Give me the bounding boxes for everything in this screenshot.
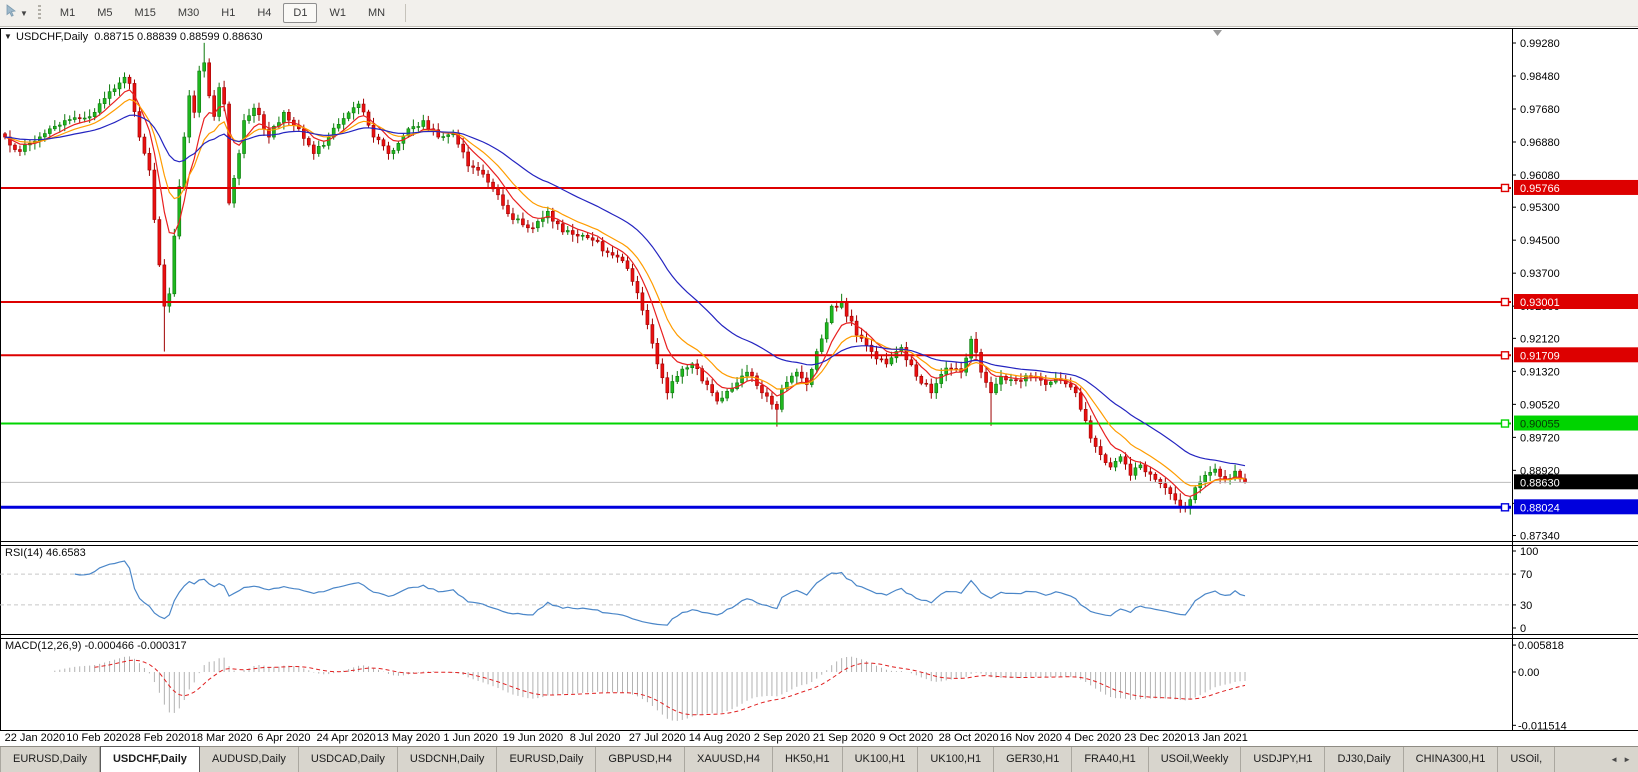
svg-text:9 Oct 2020: 9 Oct 2020 (879, 732, 933, 744)
tab-scroll-right-icon[interactable]: ► (1623, 755, 1631, 764)
timeframe-buttons: M1M5M15M30H1H4D1W1MN (49, 3, 396, 23)
svg-text:24 Apr 2020: 24 Apr 2020 (316, 732, 375, 744)
timeframe-button-d1[interactable]: D1 (283, 3, 317, 23)
svg-text:28 Oct 2020: 28 Oct 2020 (939, 732, 999, 744)
timeframe-button-m5[interactable]: M5 (87, 3, 122, 23)
svg-text:0.98480: 0.98480 (1520, 71, 1560, 83)
svg-text:2 Sep 2020: 2 Sep 2020 (754, 732, 810, 744)
svg-text:-0.011514: -0.011514 (1518, 720, 1567, 732)
timeframe-button-m15[interactable]: M15 (124, 3, 165, 23)
svg-text:0.95766: 0.95766 (1520, 183, 1560, 195)
svg-text:27 Jul 2020: 27 Jul 2020 (629, 732, 686, 744)
svg-text:4 Dec 2020: 4 Dec 2020 (1065, 732, 1121, 744)
svg-text:8 Jul 2020: 8 Jul 2020 (570, 732, 621, 744)
cursor-tool-icon[interactable] (5, 4, 18, 22)
svg-text:0.89720: 0.89720 (1520, 432, 1560, 444)
svg-text:0.90055: 0.90055 (1520, 419, 1560, 431)
chart-tab-usoil-weekly[interactable]: USOil,Weekly (1149, 747, 1242, 772)
svg-text:19 Jun 2020: 19 Jun 2020 (503, 732, 564, 744)
top-toolbar: ▼ M1M5M15M30H1H4D1W1MN (0, 0, 1638, 27)
chart-tab-eurusd-daily[interactable]: EURUSD,Daily (0, 747, 100, 772)
timeframe-button-w1[interactable]: W1 (319, 3, 356, 23)
svg-text:0.005818: 0.005818 (1518, 640, 1564, 652)
chart-tab-hk50-h1[interactable]: HK50,H1 (773, 747, 843, 772)
svg-text:0.88024: 0.88024 (1520, 502, 1560, 514)
svg-text:30: 30 (1520, 600, 1532, 612)
symbol-ohlc-title: USDCHF,Daily 0.88715 0.88839 0.88599 0.8… (16, 31, 262, 43)
svg-text:0.92120: 0.92120 (1520, 333, 1560, 345)
svg-text:0.95300: 0.95300 (1520, 202, 1560, 214)
chart-canvas[interactable]: 0.992800.984800.976800.968800.960800.953… (0, 27, 1638, 746)
svg-text:0.91320: 0.91320 (1520, 366, 1560, 378)
svg-text:16 Nov 2020: 16 Nov 2020 (1000, 732, 1062, 744)
svg-text:0.00: 0.00 (1518, 667, 1539, 679)
chart-tab-usdjpy-h1[interactable]: USDJPY,H1 (1241, 747, 1325, 772)
chart-tab-gbpusd-h4[interactable]: GBPUSD,H4 (596, 747, 685, 772)
svg-text:6 Apr 2020: 6 Apr 2020 (257, 732, 310, 744)
chart-tab-uk100-h1[interactable]: UK100,H1 (843, 747, 919, 772)
svg-text:0.90520: 0.90520 (1520, 399, 1560, 411)
tab-scroll-left-icon[interactable]: ◄ (1610, 755, 1618, 764)
svg-text:0.99280: 0.99280 (1520, 38, 1560, 50)
chart-tab-ger30-h1[interactable]: GER30,H1 (994, 747, 1072, 772)
toolbar-grip (38, 5, 41, 21)
chart-tab-bar: EURUSD,DailyUSDCHF,DailyAUDUSD,DailyUSDC… (0, 746, 1638, 772)
svg-text:13 Jan 2021: 13 Jan 2021 (1187, 732, 1248, 744)
svg-text:100: 100 (1520, 546, 1538, 558)
svg-text:0.96880: 0.96880 (1520, 137, 1560, 149)
svg-text:10 Feb 2020: 10 Feb 2020 (66, 732, 128, 744)
svg-text:28 Feb 2020: 28 Feb 2020 (128, 732, 190, 744)
svg-text:70: 70 (1520, 569, 1532, 581)
chart-tab-china300-h1[interactable]: CHINA300,H1 (1404, 747, 1499, 772)
chart-tab-eurusd-daily[interactable]: EURUSD,Daily (497, 747, 596, 772)
svg-text:0.93700: 0.93700 (1520, 268, 1560, 280)
timeframe-button-m1[interactable]: M1 (50, 3, 85, 23)
toolbar-separator (405, 4, 406, 22)
rsi-indicator-label: RSI(14) 46.6583 (5, 547, 86, 559)
chart-tab-fra40-h1[interactable]: FRA40,H1 (1072, 747, 1148, 772)
timeframe-button-h4[interactable]: H4 (247, 3, 281, 23)
svg-text:22 Jan 2020: 22 Jan 2020 (5, 732, 66, 744)
svg-text:13 May 2020: 13 May 2020 (377, 732, 441, 744)
chart-tab-usdcnh-daily[interactable]: USDCNH,Daily (398, 747, 498, 772)
svg-text:0: 0 (1520, 623, 1526, 635)
chart-window: 0.992800.984800.976800.968800.960800.953… (0, 27, 1638, 746)
svg-text:0.91709: 0.91709 (1520, 350, 1560, 362)
dropdown-caret-icon[interactable]: ▼ (20, 9, 28, 18)
svg-text:23 Dec 2020: 23 Dec 2020 (1124, 732, 1186, 744)
svg-text:21 Sep 2020: 21 Sep 2020 (813, 732, 875, 744)
svg-text:0.87340: 0.87340 (1520, 531, 1560, 543)
svg-text:1 Jun 2020: 1 Jun 2020 (443, 732, 497, 744)
chart-tab-usdchf-daily[interactable]: USDCHF,Daily (100, 746, 200, 772)
chart-shift-marker (1213, 30, 1222, 36)
svg-text:18 Mar 2020: 18 Mar 2020 (191, 732, 253, 744)
chart-tab-dj30-daily[interactable]: DJ30,Daily (1325, 747, 1403, 772)
macd-indicator-label: MACD(12,26,9) -0.000466 -0.000317 (5, 640, 187, 652)
timeframe-button-h1[interactable]: H1 (211, 3, 245, 23)
chart-tab-xauusd-h4[interactable]: XAUUSD,H4 (685, 747, 773, 772)
timeframe-button-m30[interactable]: M30 (168, 3, 209, 23)
collapse-triangle-icon[interactable]: ▼ (4, 32, 12, 41)
svg-text:0.93001: 0.93001 (1520, 297, 1560, 309)
svg-text:0.88630: 0.88630 (1520, 477, 1560, 489)
svg-text:0.97680: 0.97680 (1520, 104, 1560, 116)
svg-text:14 Aug 2020: 14 Aug 2020 (689, 732, 751, 744)
chart-tab-usdcad-daily[interactable]: USDCAD,Daily (299, 747, 398, 772)
chart-tab-audusd-daily[interactable]: AUDUSD,Daily (200, 747, 299, 772)
timeframe-button-mn[interactable]: MN (358, 3, 395, 23)
chart-tab-usoil-[interactable]: USOil, (1498, 747, 1555, 772)
svg-text:0.94500: 0.94500 (1520, 235, 1560, 247)
chart-tab-uk100-h1[interactable]: UK100,H1 (918, 747, 994, 772)
